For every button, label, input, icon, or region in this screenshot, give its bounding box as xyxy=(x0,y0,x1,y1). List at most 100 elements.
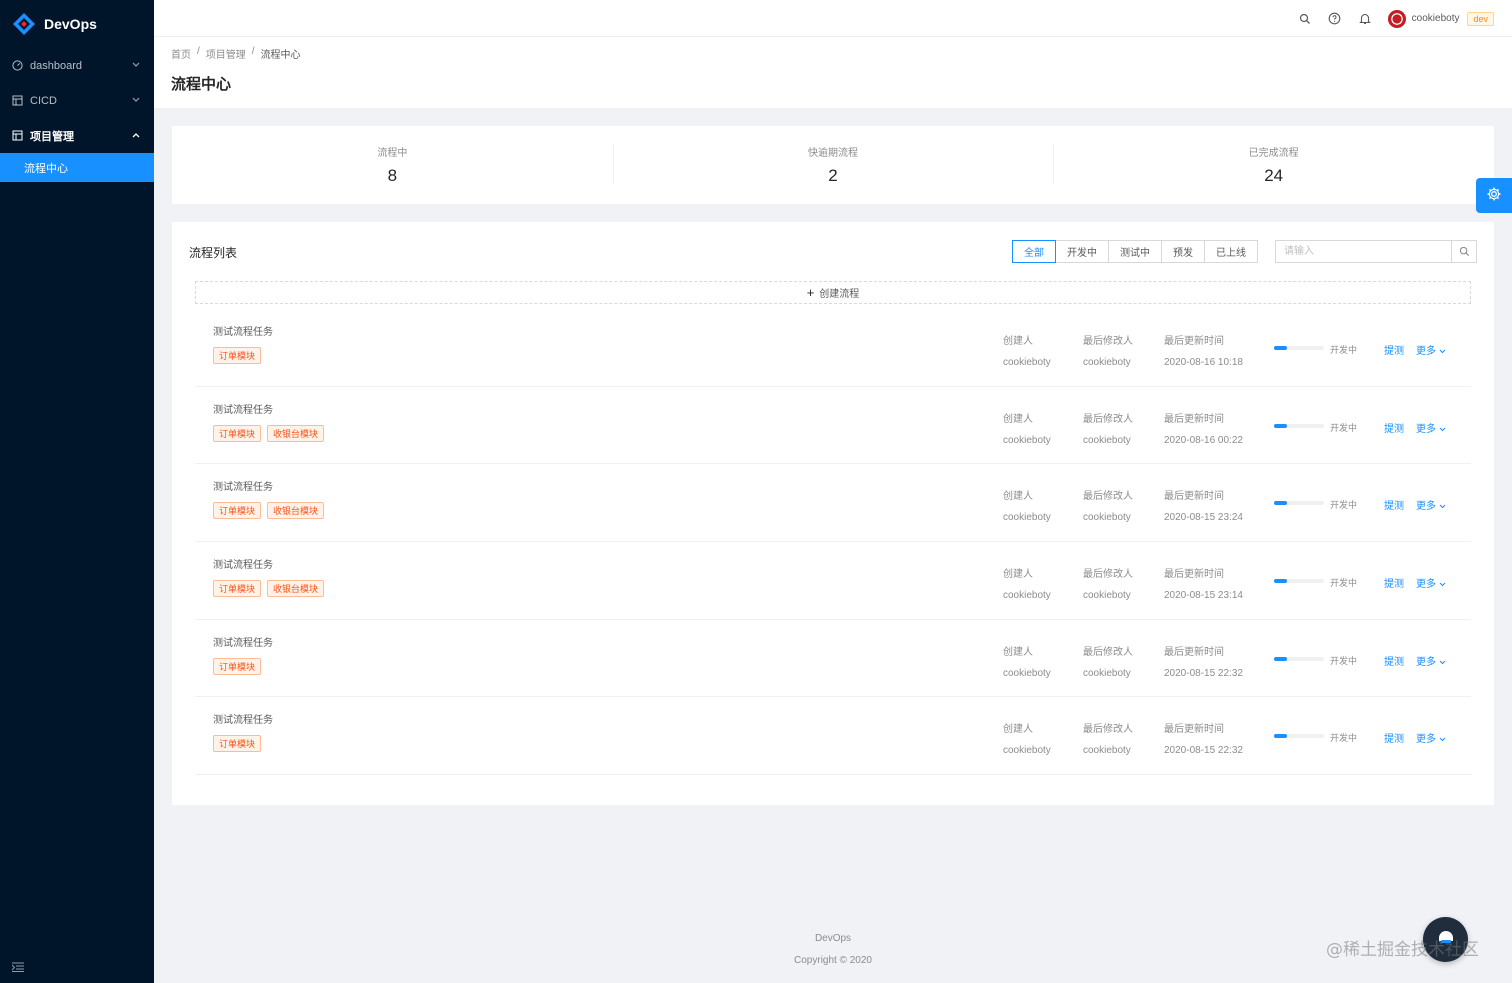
search-button[interactable] xyxy=(1451,241,1476,262)
breadcrumb-separator: / xyxy=(197,46,200,57)
avatar[interactable] xyxy=(1387,9,1406,28)
more-dropdown[interactable]: 更多 xyxy=(1416,420,1446,435)
creator-col: 创建人 cookieboty xyxy=(1003,643,1051,679)
submit-test-link[interactable]: 提测 xyxy=(1384,653,1404,668)
process-title[interactable]: 测试流程任务 xyxy=(213,711,273,726)
username[interactable]: cookieboty xyxy=(1412,13,1460,24)
creator-label: 创建人 xyxy=(1003,336,1033,347)
modifier-value: cookieboty xyxy=(1083,667,1131,679)
modifier-label: 最后修改人 xyxy=(1083,724,1133,736)
chevron-down-icon xyxy=(132,95,140,106)
progress-fill xyxy=(1274,501,1287,506)
updated-label: 最后更新时间 xyxy=(1164,646,1224,658)
submit-test-link[interactable]: 提测 xyxy=(1384,730,1404,745)
modifier-col: 最后修改人 cookieboty xyxy=(1083,332,1133,368)
creator-col: 创建人 cookieboty xyxy=(1003,332,1051,368)
filter-option[interactable]: 已上线 xyxy=(1204,240,1258,263)
creator-col: 创建人 cookieboty xyxy=(1003,565,1051,601)
module-tags: 订单模块 收银台模块 xyxy=(213,424,325,442)
filter-option[interactable]: 全部 xyxy=(1012,240,1056,263)
dashboard-icon xyxy=(12,60,23,71)
sidebar-subitem-process-center[interactable]: 流程中心 xyxy=(0,153,154,182)
more-dropdown[interactable]: 更多 xyxy=(1416,497,1446,512)
question-icon[interactable] xyxy=(1320,0,1350,37)
process-title[interactable]: 测试流程任务 xyxy=(213,478,273,493)
modifier-label: 最后修改人 xyxy=(1083,569,1133,581)
list-title: 流程列表 xyxy=(189,246,238,260)
creator-col: 创建人 cookieboty xyxy=(1003,410,1051,446)
bell-icon[interactable] xyxy=(1350,0,1380,37)
stat-label: 已完成流程 xyxy=(1248,148,1299,159)
search-icon xyxy=(1459,246,1469,257)
progress-bar xyxy=(1274,346,1324,350)
sidebar-item-0[interactable]: dashboard xyxy=(0,48,154,83)
module-tag: 订单模块 xyxy=(213,735,262,753)
breadcrumb-item[interactable]: 首页 xyxy=(171,46,191,61)
modifier-value: cookieboty xyxy=(1083,512,1131,524)
table-icon xyxy=(12,95,23,106)
progress-bar xyxy=(1274,579,1324,584)
list-item: 测试流程任务 订单模块 创建人 cookieboty 最后修改人 cookieboty 最后… xyxy=(195,620,1471,698)
module-tags: 订单模块 收银台模块 xyxy=(213,580,325,598)
process-title[interactable]: 测试流程任务 xyxy=(213,556,273,571)
submit-test-link[interactable]: 提测 xyxy=(1384,342,1404,357)
submit-test-link[interactable]: 提测 xyxy=(1384,575,1404,590)
modifier-col: 最后修改人 cookieboty xyxy=(1083,720,1133,756)
stat-completed: 已完成流程 24 xyxy=(1053,144,1494,186)
updated-value: 2020-08-16 10:18 xyxy=(1164,357,1243,368)
modifier-col: 最后修改人 cookieboty xyxy=(1083,487,1133,523)
breadcrumb-item[interactable]: 项目管理 xyxy=(206,46,246,61)
progress-fill xyxy=(1274,346,1287,350)
more-dropdown[interactable]: 更多 xyxy=(1416,575,1446,590)
logo[interactable]: DevOps xyxy=(0,0,154,48)
menu-fold-icon[interactable] xyxy=(11,961,24,972)
search-icon[interactable] xyxy=(1290,0,1320,37)
creator-value: cookieboty xyxy=(1003,357,1051,368)
process-title[interactable]: 测试流程任务 xyxy=(213,323,273,338)
page-title: 流程中心 xyxy=(171,76,232,93)
create-process-button[interactable]: + 创建流程 xyxy=(195,281,1471,304)
updated-label: 最后更新时间 xyxy=(1164,491,1224,503)
process-title[interactable]: 测试流程任务 xyxy=(213,401,273,416)
creator-label: 创建人 xyxy=(1003,413,1033,425)
stat-value: 8 xyxy=(387,166,398,185)
progress-bar xyxy=(1274,501,1324,506)
filter-option[interactable]: 测试中 xyxy=(1108,240,1162,263)
submit-test-link[interactable]: 提测 xyxy=(1384,497,1404,512)
modifier-col: 最后修改人 cookieboty xyxy=(1083,643,1133,679)
chevron-down-icon xyxy=(1439,657,1446,668)
status-filter: 全部 开发中 测试中 预发 已上线 xyxy=(1012,240,1258,263)
modifier-col: 最后修改人 cookieboty xyxy=(1083,565,1133,601)
module-tag: 收银台模块 xyxy=(267,502,325,520)
more-dropdown[interactable]: 更多 xyxy=(1416,653,1446,668)
sidebar-item-1[interactable]: CICD xyxy=(0,83,154,118)
more-dropdown[interactable]: 更多 xyxy=(1416,730,1446,745)
breadcrumb-separator: / xyxy=(251,46,255,57)
stat-in-progress: 流程中 8 xyxy=(172,144,613,186)
process-list-card: 流程列表 全部开发中测试中预发已上线 + 创建流程 测试流程任务订单模块创建人c… xyxy=(172,222,1494,805)
more-dropdown[interactable]: 更多 xyxy=(1416,342,1446,357)
search-box xyxy=(1275,240,1477,263)
creator-value: cookieboty xyxy=(1003,667,1051,679)
status-text: 开发中 xyxy=(1330,422,1358,433)
module-tags: 订单模块 xyxy=(213,347,262,364)
modifier-label: 最后修改人 xyxy=(1083,491,1133,503)
sidebar-item-2[interactable]: 项目管理 xyxy=(0,118,154,153)
filter-option[interactable]: 开发中 xyxy=(1055,240,1109,263)
settings-button[interactable] xyxy=(1476,178,1512,213)
submit-test-link[interactable]: 提测 xyxy=(1384,420,1404,435)
creator-col: 创建人 cookieboty xyxy=(1003,487,1051,523)
chevron-down-icon xyxy=(132,60,140,71)
module-tag: 订单模块 xyxy=(213,347,262,364)
modifier-value: cookieboty xyxy=(1083,357,1131,368)
updated-value: 2020-08-15 22:32 xyxy=(1164,667,1243,679)
module-tag: 订单模块 xyxy=(213,657,262,675)
list-item: 测试流程任务 订单模块 创建人 cookieboty 最后修改人 cookieboty 最后… xyxy=(195,697,1471,776)
filter-option[interactable]: 预发 xyxy=(1161,240,1205,263)
env-badge: dev xyxy=(1467,11,1494,26)
modifier-value: cookieboty xyxy=(1083,434,1131,446)
logo-icon xyxy=(12,12,36,36)
process-title[interactable]: 测试流程任务 xyxy=(213,634,273,649)
search-input[interactable] xyxy=(1276,241,1451,262)
stat-value: 2 xyxy=(828,166,838,185)
